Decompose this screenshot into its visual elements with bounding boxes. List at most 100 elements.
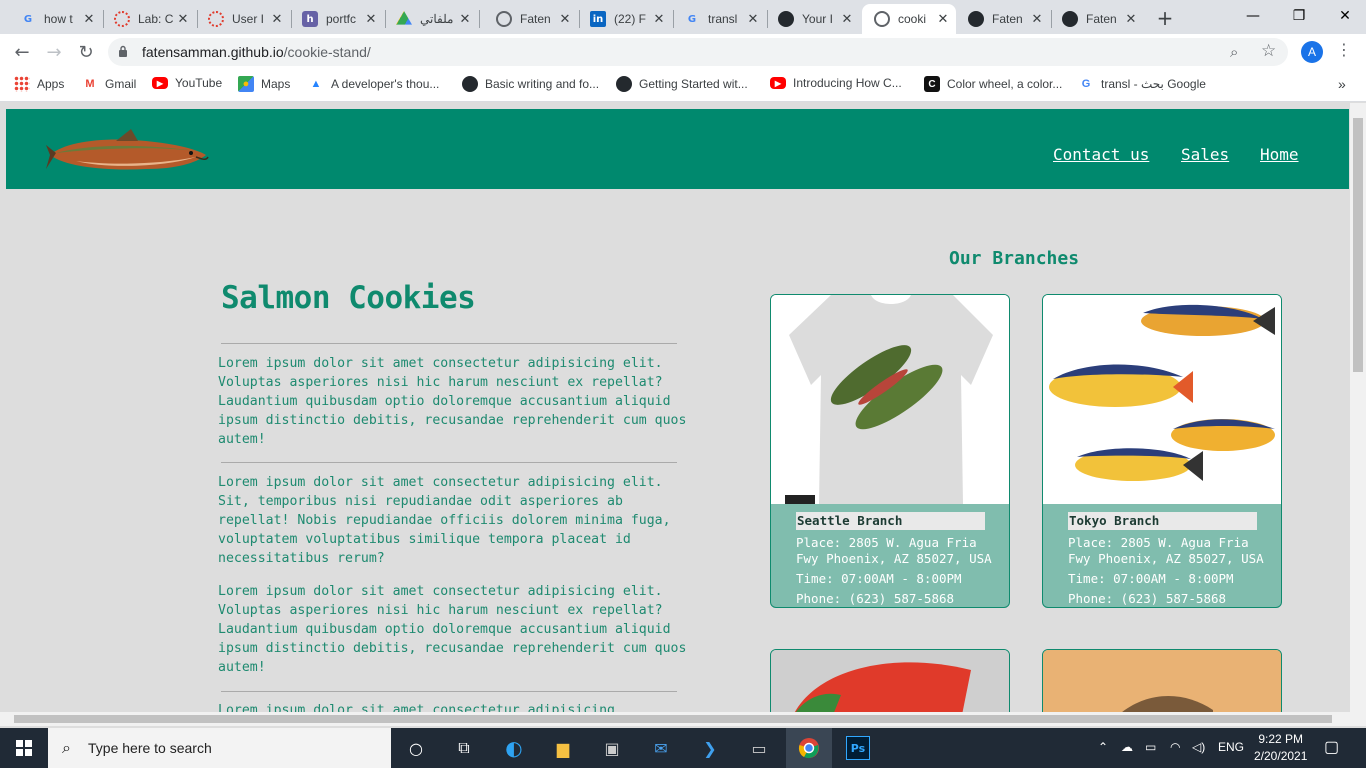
zoom-icon[interactable]: ⌕ (1230, 43, 1238, 61)
close-icon[interactable]: ✕ (746, 12, 760, 27)
maps-icon: ● (238, 76, 254, 92)
tab-7[interactable]: G transl ✕ (672, 4, 766, 34)
close-icon[interactable]: ✕ (1124, 12, 1138, 27)
page-title: Salmon Cookies (221, 280, 476, 316)
bookmark-canva[interactable]: C Color wheel, a color... (924, 76, 1062, 92)
vertical-scrollbar[interactable] (1350, 103, 1366, 726)
task-view-icon[interactable]: ⧉ (452, 736, 476, 760)
paragraph-1: Lorem ipsum dolor sit amet consectetur a… (218, 356, 687, 447)
wifi-icon[interactable]: ◠ (1170, 740, 1180, 754)
profile-avatar[interactable]: A (1301, 41, 1323, 63)
volume-icon[interactable]: ◁) (1192, 740, 1205, 754)
branch-card-tokyo: Tokyo Branch Place: 2805 W. Agua Fria Fw… (1042, 294, 1282, 608)
google-icon: G (23, 13, 33, 25)
tab-6[interactable]: in (22) F ✕ (578, 4, 672, 34)
bookmark-apps[interactable]: Apps (14, 76, 64, 92)
github-icon (462, 76, 478, 92)
youtube-icon: ▶ (152, 77, 168, 89)
close-icon[interactable]: ✕ (840, 12, 854, 27)
bookmark-atlassian[interactable]: ▲ A developer's thou... (308, 76, 440, 92)
address-bar[interactable]: fatensamman.github.io/cookie-stand/ ⌕ ☆ (108, 38, 1288, 66)
file-explorer-icon[interactable]: ▆ (551, 736, 575, 760)
branch-card-seattle: Seattle Branch Place: 2805 W. Agua Fria … (770, 294, 1010, 608)
tab-10[interactable]: Faten ✕ (956, 4, 1050, 34)
github-icon (616, 76, 632, 92)
bookmark-youtube[interactable]: ▶ YouTube (152, 76, 222, 90)
url-text: fatensamman.github.io/cookie-stand/ (142, 44, 371, 60)
windows-start-icon[interactable] (12, 736, 36, 760)
photoshop-icon[interactable]: Ps (846, 736, 870, 760)
branch-image (1043, 295, 1281, 504)
nav-home-link[interactable]: Home (1260, 145, 1299, 164)
reload-button[interactable]: ↻ (74, 40, 98, 64)
bookmark-github-1[interactable]: Basic writing and fo... (462, 76, 599, 92)
mail-icon[interactable]: ✉ (649, 736, 673, 760)
tab-8[interactable]: Your I ✕ (766, 4, 860, 34)
tab-0[interactable]: G how t ✕ (8, 4, 102, 34)
google-drive-icon (396, 11, 412, 25)
lock-icon (119, 45, 127, 57)
close-icon[interactable]: ✕ (458, 12, 472, 27)
edge-icon[interactable]: ◐ (502, 736, 526, 760)
close-window-button[interactable]: ✕ (1322, 0, 1366, 32)
search-icon: ⌕ (62, 738, 71, 757)
maximize-button[interactable]: ❐ (1276, 0, 1322, 32)
close-icon[interactable]: ✕ (652, 12, 666, 27)
branch-name: Tokyo Branch (1068, 512, 1257, 530)
tab-11[interactable]: Faten ✕ (1050, 4, 1144, 34)
close-icon[interactable]: ✕ (1030, 12, 1044, 27)
battery-icon[interactable]: ▭ (1145, 740, 1156, 754)
branch-time: Time: 07:00AM - 8:00PM (1068, 571, 1234, 586)
store-icon[interactable]: ▣ (600, 736, 624, 760)
tab-1[interactable]: Lab: C ✕ (102, 4, 196, 34)
language-indicator[interactable]: ENG (1218, 740, 1244, 754)
tab-9-active[interactable]: cooki ✕ (862, 4, 956, 34)
nav-sales-link[interactable]: Sales (1181, 145, 1229, 164)
notifications-icon[interactable]: ▢ (1324, 737, 1339, 757)
close-icon[interactable]: ✕ (82, 12, 96, 27)
tab-3[interactable]: h portfc ✕ (290, 4, 384, 34)
linkedin-icon: in (590, 11, 606, 27)
cortana-icon[interactable]: ○ (404, 736, 428, 760)
forward-button[interactable]: → (42, 40, 66, 64)
bookmark-github-2[interactable]: Getting Started wit... (616, 76, 748, 92)
nav-contact-link[interactable]: Contact us (1053, 145, 1149, 164)
tab-strip: G how t ✕ Lab: C ✕ User I ✕ h portfc ✕ م… (0, 0, 1366, 34)
clock[interactable]: 9:22 PM 2/20/2021 (1254, 731, 1307, 765)
bookmark-google[interactable]: G transl - بحث Google (1078, 76, 1206, 92)
bookmark-star-icon[interactable]: ☆ (1261, 41, 1276, 61)
taskbar-search-box[interactable]: ⌕ Type here to search (48, 728, 391, 768)
gmail-icon: M (85, 78, 95, 90)
close-icon[interactable]: ✕ (176, 12, 190, 27)
branch-card-4 (1042, 649, 1282, 712)
heroku-icon: h (302, 11, 318, 27)
bookmark-gmail[interactable]: M Gmail (82, 76, 136, 92)
back-button[interactable]: ← (10, 40, 34, 64)
close-icon[interactable]: ✕ (936, 12, 950, 27)
tray-chevron-icon[interactable]: ⌃ (1098, 740, 1108, 754)
horizontal-scrollbar[interactable] (0, 712, 1350, 726)
bookmarks-overflow-icon[interactable]: » (1338, 76, 1346, 92)
terminal-icon[interactable]: ▭ (747, 736, 771, 760)
paragraph-2: Lorem ipsum dolor sit amet consectetur a… (218, 475, 671, 566)
google-icon: G (1081, 78, 1091, 90)
bookmark-youtube-2[interactable]: ▶ Introducing How C... (770, 76, 902, 90)
divider (221, 691, 677, 692)
branches-heading: Our Branches (949, 248, 1080, 269)
bookmark-maps[interactable]: ● Maps (238, 76, 290, 92)
kebab-menu-icon[interactable]: ⋮ (1336, 40, 1352, 59)
onedrive-icon[interactable]: ☁ (1121, 740, 1133, 754)
close-icon[interactable]: ✕ (270, 12, 284, 27)
close-icon[interactable]: ✕ (558, 12, 572, 27)
tab-5[interactable]: Faten ✕ (484, 4, 578, 34)
tab-2[interactable]: User I ✕ (196, 4, 290, 34)
branch-phone: Phone: (623) 587-5868 (796, 591, 955, 606)
salmon-logo-icon[interactable] (46, 123, 210, 181)
close-icon[interactable]: ✕ (364, 12, 378, 27)
globe-icon (496, 11, 512, 27)
tab-4[interactable]: ملفاتي ✕ (384, 4, 478, 34)
new-tab-button[interactable]: + (1153, 6, 1177, 30)
chrome-icon[interactable] (786, 728, 832, 768)
vscode-icon[interactable]: ❯ (698, 736, 722, 760)
minimize-button[interactable]: — (1230, 0, 1276, 32)
